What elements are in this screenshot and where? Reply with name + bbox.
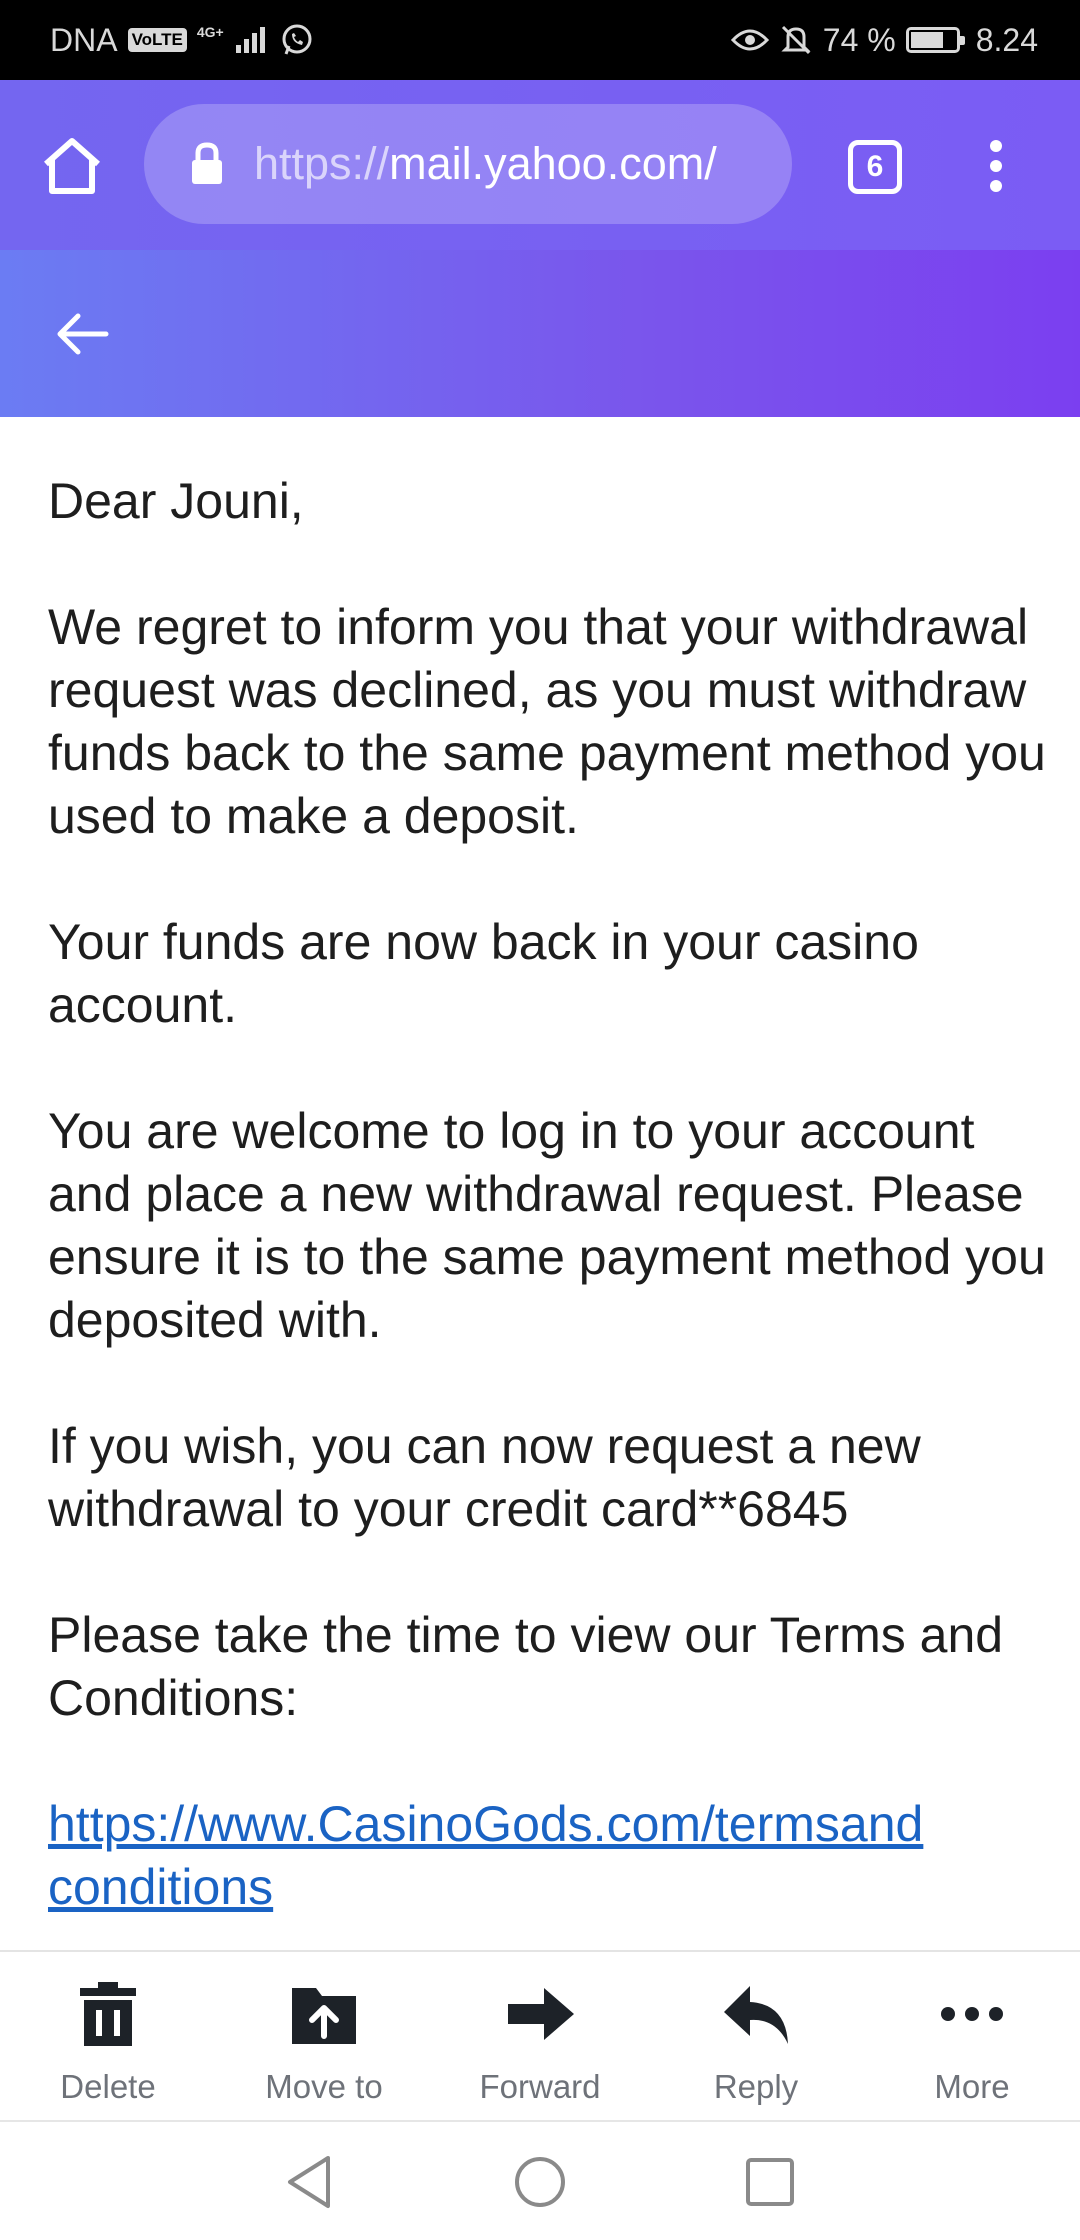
trash-icon — [80, 1982, 136, 2046]
bell-off-icon — [781, 25, 811, 55]
terms-link-line1[interactable]: https://www.CasinoGods.com/termsand — [48, 1796, 923, 1852]
email-paragraph: If you wish, you can now request a new w… — [48, 1418, 921, 1537]
email-paragraph: Please take the time to view our Terms a… — [48, 1607, 1004, 1726]
nav-back-icon[interactable] — [280, 2152, 340, 2212]
reply-icon — [724, 1986, 788, 2044]
delete-button[interactable]: Delete — [0, 1952, 216, 2120]
battery-level — [910, 32, 944, 48]
url-scheme: https:// — [254, 138, 390, 189]
more-label: More — [934, 2068, 1010, 2105]
signal-icon — [235, 27, 265, 53]
browser-toolbar: https://mail.yahoo.com/ 6 — [0, 80, 1080, 250]
clock: 8.24 — [975, 21, 1038, 58]
url-text: https://mail.yahoo.com/ — [254, 138, 717, 190]
delete-label: Delete — [60, 2068, 156, 2105]
more-button[interactable]: More — [864, 1952, 1080, 2120]
whatsapp-icon — [282, 24, 312, 55]
more-horizontal-icon — [941, 2007, 1003, 2021]
mail-header — [0, 250, 1080, 417]
nav-home-icon[interactable] — [510, 2152, 570, 2212]
system-nav-bar — [0, 2120, 1080, 2240]
network-type: 4G+ — [196, 24, 224, 40]
tab-count: 6 — [866, 150, 884, 183]
back-arrow-icon[interactable] — [52, 308, 112, 360]
battery-percent: 74 % — [822, 21, 896, 58]
status-left: DNA VoLTE 4G+ — [50, 22, 314, 59]
mail-action-bar: Delete Move to Forward Reply More — [0, 1950, 1080, 2120]
forward-label: Forward — [479, 2068, 601, 2105]
move-folder-icon — [292, 1988, 356, 2044]
email-paragraph: We regret to inform you that your withdr… — [48, 599, 1046, 844]
forward-button[interactable]: Forward — [432, 1952, 648, 2120]
home-icon[interactable] — [40, 136, 104, 196]
reply-label: Reply — [713, 2068, 799, 2105]
address-bar[interactable]: https://mail.yahoo.com/ — [144, 104, 792, 224]
more-vertical-icon[interactable] — [978, 136, 1014, 196]
reply-button[interactable]: Reply — [648, 1952, 864, 2120]
carrier-name: DNA — [50, 21, 118, 58]
nav-recents-icon[interactable] — [740, 2152, 800, 2212]
battery-icon — [905, 27, 965, 53]
move-to-button[interactable]: Move to — [216, 1952, 432, 2120]
email-paragraph: Your funds are now back in your casino a… — [48, 914, 919, 1033]
tabs-icon[interactable]: 6 — [848, 140, 902, 194]
volte-badge: VoLTE — [127, 28, 187, 52]
move-to-label: Move to — [265, 2068, 383, 2105]
terms-link[interactable]: https://www.CasinoGods.com/termsand cond… — [48, 1793, 1048, 1919]
eye-icon — [730, 29, 769, 51]
email-paragraph: You are welcome to log in to your accoun… — [48, 1103, 1046, 1348]
lock-icon — [192, 142, 222, 184]
forward-icon — [508, 1988, 574, 2040]
status-bar: DNA VoLTE 4G+ 74 % 8.24 — [0, 0, 1080, 80]
terms-link-line2[interactable]: conditions — [48, 1859, 273, 1915]
url-host: mail.yahoo.com/ — [389, 138, 717, 189]
email-body: Dear Jouni, We regret to inform you that… — [48, 470, 1048, 1919]
status-right: 74 % 8.24 — [730, 21, 1038, 59]
email-greeting: Dear Jouni, — [48, 473, 304, 529]
